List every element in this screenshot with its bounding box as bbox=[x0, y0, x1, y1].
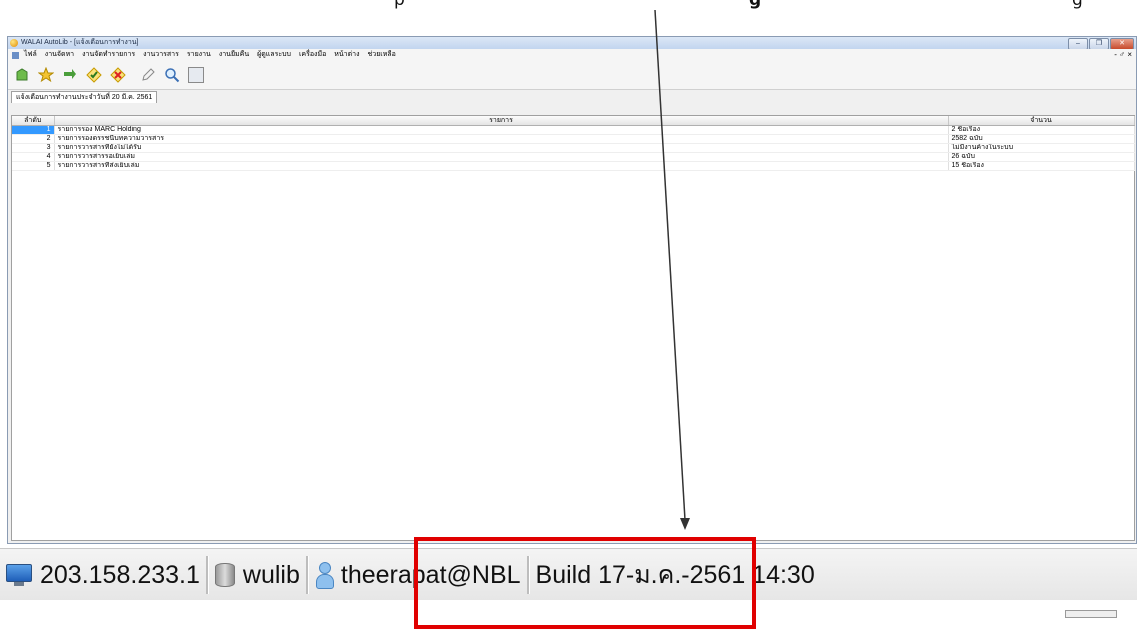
app-icon bbox=[10, 39, 18, 47]
scroll-indicator bbox=[1065, 610, 1117, 618]
mdi-controls[interactable]: - ♂ × bbox=[1114, 49, 1132, 61]
transfer-icon[interactable] bbox=[60, 65, 80, 85]
menu-tools[interactable]: เครื่องมือ bbox=[299, 49, 326, 61]
row-number: 1 bbox=[12, 125, 55, 135]
table-row[interactable]: 4 รายการวารสารรอเย็บเล่ม 26 ฉบับ bbox=[12, 152, 1135, 162]
row-item: รายการรอง MARC Holding bbox=[54, 125, 949, 135]
row-item: รายการวารสารรอเย็บเล่ม bbox=[54, 152, 949, 162]
column-header-item[interactable]: รายการ bbox=[54, 116, 949, 126]
approve-icon[interactable] bbox=[84, 65, 104, 85]
menu-cataloging[interactable]: งานจัดทำรายการ bbox=[82, 49, 135, 61]
row-count: 26 ฉบับ bbox=[948, 152, 1135, 162]
tab-daily-alert[interactable]: แจ้งเตือนการทำงานประจำวันที่ 20 มี.ค. 25… bbox=[11, 91, 158, 103]
table-row[interactable]: 1 รายการรอง MARC Holding 2 ชื่อเรื่อง bbox=[12, 125, 1135, 135]
status-bar: 203.158.233.1 wulib theerapat@NBL Build … bbox=[0, 548, 1137, 601]
row-item: รายการรองดรรชนีบทความวารสาร bbox=[54, 134, 949, 144]
table-row[interactable]: 3 รายการวารสารที่ยังไม่ได้รับ ไม่มีงานค้… bbox=[12, 143, 1135, 153]
column-header-order[interactable]: ลำดับ bbox=[12, 116, 55, 126]
menu-bar: ไฟล์ งานจัดหา งานจัดทำรายการ งานวารสาร ร… bbox=[8, 49, 1136, 61]
edit-icon[interactable] bbox=[138, 65, 158, 85]
row-item: รายการวารสารที่ยังไม่ได้รับ bbox=[54, 143, 949, 153]
menu-circulation[interactable]: งานยืมคืน bbox=[219, 49, 249, 61]
search-icon[interactable] bbox=[162, 65, 182, 85]
title-bar[interactable]: WALAI AutoLib - [แจ้งเตือนการทำงาน] – ❐ … bbox=[8, 37, 1136, 50]
status-user: theerapat@NBL bbox=[309, 553, 527, 597]
new-record-icon[interactable] bbox=[12, 65, 32, 85]
top-caption: p g g bbox=[0, 0, 1137, 36]
row-item: รายการวารสารที่ส่งเย็บเล่ม bbox=[54, 161, 949, 171]
row-count: 2582 ฉบับ bbox=[948, 134, 1135, 144]
column-header-count[interactable]: จำนวน bbox=[948, 116, 1135, 126]
row-number: 4 bbox=[12, 152, 55, 162]
menu-admin[interactable]: ผู้ดูแลระบบ bbox=[257, 49, 291, 61]
toolbar bbox=[8, 61, 1136, 90]
table-row[interactable]: 2 รายการรองดรรชนีบทความวารสาร 2582 ฉบับ bbox=[12, 134, 1135, 144]
build-info: Build 17-ม.ค.-2561 14:30 bbox=[535, 561, 815, 589]
menu-file[interactable]: ไฟล์ bbox=[24, 49, 37, 61]
tab-strip: แจ้งเตือนการทำงานประจำวันที่ 20 มี.ค. 25… bbox=[8, 90, 1136, 103]
menu-acquisition[interactable]: งานจัดหา bbox=[45, 49, 74, 61]
status-build: Build 17-ม.ค.-2561 14:30 bbox=[530, 553, 821, 597]
monitor-icon bbox=[6, 564, 32, 586]
ip-address: 203.158.233.1 bbox=[40, 560, 200, 589]
menu-reports[interactable]: รายงาน bbox=[187, 49, 211, 61]
row-number: 2 bbox=[12, 134, 55, 144]
row-number: 5 bbox=[12, 161, 55, 171]
caption-fragment-1: p bbox=[394, 0, 405, 10]
alert-table: ลำดับ รายการ จำนวน 1 รายการรอง MARC Hold… bbox=[11, 115, 1135, 541]
status-database: wulib bbox=[209, 553, 306, 597]
row-count: ไม่มีงานค้างในระบบ bbox=[948, 143, 1135, 153]
export-icon[interactable] bbox=[186, 65, 206, 85]
row-count: 15 ชื่อเรื่อง bbox=[948, 161, 1135, 171]
caption-fragment-3: g bbox=[1072, 0, 1083, 10]
window-title: WALAI AutoLib - [แจ้งเตือนการทำงาน] bbox=[21, 39, 139, 46]
table-row[interactable]: 5 รายการวารสารที่ส่งเย็บเล่ม 15 ชื่อเรื่… bbox=[12, 161, 1135, 171]
bottom-strip bbox=[0, 600, 1137, 629]
row-number: 3 bbox=[12, 143, 55, 153]
favorite-icon[interactable] bbox=[36, 65, 56, 85]
database-name: wulib bbox=[242, 560, 300, 589]
database-icon bbox=[214, 563, 235, 587]
menu-window[interactable]: หน้าต่าง bbox=[334, 49, 359, 61]
row-count: 2 ชื่อเรื่อง bbox=[948, 125, 1135, 135]
menu-help[interactable]: ช่วยเหลือ bbox=[368, 49, 396, 61]
caption-fragment-2: g bbox=[749, 0, 762, 10]
status-ip: 203.158.233.1 bbox=[0, 553, 206, 597]
document-icon[interactable] bbox=[12, 51, 19, 59]
user-name: theerapat@NBL bbox=[340, 560, 521, 589]
menu-serials[interactable]: งานวารสาร bbox=[143, 49, 179, 61]
user-icon bbox=[315, 562, 334, 589]
delete-icon[interactable] bbox=[108, 65, 128, 85]
application-window: WALAI AutoLib - [แจ้งเตือนการทำงาน] – ❐ … bbox=[7, 36, 1137, 544]
